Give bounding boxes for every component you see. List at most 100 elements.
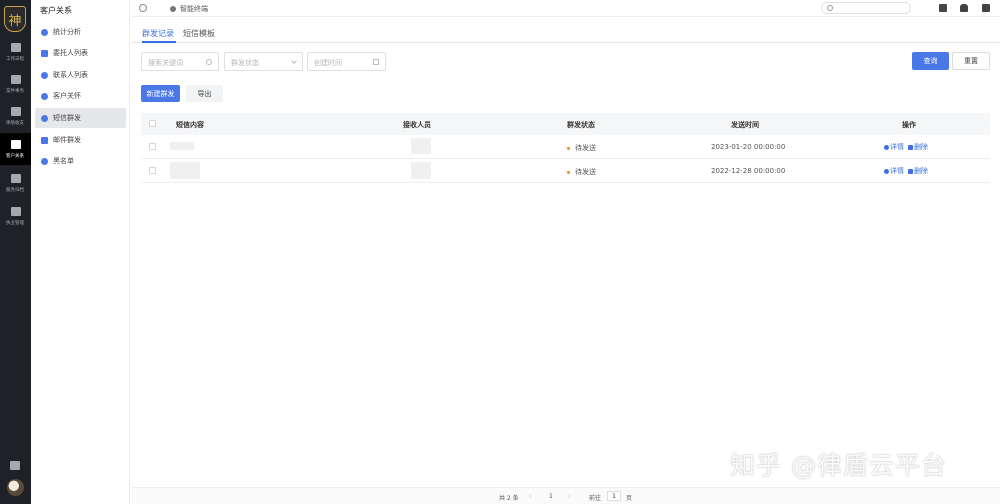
status-dot <box>567 170 570 174</box>
lock-icon[interactable] <box>982 4 990 12</box>
message-icon <box>41 114 48 122</box>
terminal-icon <box>170 6 176 12</box>
save-icon[interactable] <box>939 4 947 12</box>
status-dot <box>567 146 570 150</box>
sidebar-title: 客户关系 <box>40 6 72 15</box>
active-tab-indicator <box>142 41 176 43</box>
user-icon <box>41 92 48 100</box>
tab-sms-templates[interactable]: 短信模板 <box>183 28 215 39</box>
delete-link[interactable]: 删除 <box>914 142 928 152</box>
tab-bar: 群发记录 短信模板 <box>131 25 1000 43</box>
rail-item-practice[interactable]: 执业管理 <box>0 200 31 232</box>
breadcrumb[interactable]: 智能终端 <box>170 4 208 14</box>
calendar-icon <box>373 59 379 65</box>
status-select[interactable]: 群发状态 <box>224 52 303 71</box>
created-time-picker[interactable]: 创建时间 <box>307 52 386 71</box>
avatar[interactable] <box>7 479 24 496</box>
rail-item-archive[interactable]: 服务归档 <box>0 167 31 199</box>
page-number[interactable]: 1 <box>549 493 553 500</box>
document-icon <box>41 49 48 57</box>
table-row: 待发送 2023-01-20 00:00:00 详情 删除 <box>141 135 990 159</box>
delete-link[interactable]: 删除 <box>914 166 928 176</box>
sidebar-item-label: 黑名单 <box>53 157 74 165</box>
rail-item-label: 律助收支 <box>6 119 25 126</box>
search-button[interactable]: 查询 <box>912 52 949 70</box>
send-time-cell: 2023-01-20 00:00:00 <box>711 143 786 151</box>
breadcrumb-label: 智能终端 <box>180 5 208 13</box>
export-button[interactable]: 导出 <box>186 85 223 102</box>
sidebar-item-label: 客户关怀 <box>53 92 81 100</box>
pagination: 共 2 条 ‹ 1 › 前往 1 页 <box>131 487 1000 504</box>
rail-item-cases[interactable]: 案件事务 <box>0 68 31 100</box>
rail-item-finance[interactable]: 律助收支 <box>0 100 31 132</box>
calendar-icon <box>10 42 21 52</box>
chevron-down-icon <box>291 58 297 64</box>
money-icon <box>10 106 21 116</box>
sidebar-item-mail[interactable]: 邮件群发 <box>35 130 126 150</box>
trash-icon <box>908 168 913 174</box>
next-page-icon[interactable]: › <box>568 493 570 500</box>
new-broadcast-button[interactable]: 新建群发 <box>141 85 180 102</box>
row-checkbox[interactable] <box>149 143 156 150</box>
app-logo: 神 <box>4 6 26 32</box>
detail-icon <box>884 144 889 150</box>
detail-icon <box>884 168 889 174</box>
global-search-input[interactable] <box>821 2 911 14</box>
prev-page-icon[interactable]: ‹ <box>529 493 531 500</box>
column-header-recipients: 接收人员 <box>403 121 431 129</box>
table-row: 待发送 2022-12-28 00:00:00 详情 删除 <box>141 159 990 183</box>
sidebar-item-care[interactable]: 客户关怀 <box>35 86 126 106</box>
row-checkbox[interactable] <box>149 167 156 174</box>
bell-icon[interactable] <box>960 4 968 12</box>
sidebar-item-label: 短信群发 <box>53 114 81 122</box>
clock-icon[interactable] <box>139 4 147 12</box>
table-header: 短信内容 接收人员 群发状态 发送时间 操作 <box>141 113 990 135</box>
select-all-checkbox[interactable] <box>149 120 156 127</box>
user-icon <box>10 139 21 149</box>
column-header-content: 短信内容 <box>176 121 204 129</box>
keyword-placeholder: 搜索关键词 <box>148 59 183 67</box>
rail-item-label: 服务归档 <box>6 186 25 193</box>
sidebar-item-label: 邮件群发 <box>53 136 81 144</box>
rail-item-label: 执业管理 <box>6 219 25 226</box>
actions-cell: 详情 删除 <box>884 142 928 152</box>
status-text: 待发送 <box>575 168 596 176</box>
search-icon <box>827 5 833 11</box>
goto-page-input[interactable]: 1 <box>607 491 621 501</box>
book-icon[interactable] <box>10 461 20 470</box>
page-suffix: 页 <box>626 495 633 502</box>
rail-item-schedule[interactable]: 工作日程 <box>0 36 31 68</box>
column-header-status: 群发状态 <box>567 121 595 129</box>
detail-link[interactable]: 详情 <box>890 142 904 152</box>
watermark: 知乎 @律盾云平台 <box>730 451 947 480</box>
user-icon <box>41 71 48 79</box>
sidebar-item-sms[interactable]: 短信群发 <box>35 108 126 128</box>
sidebar-item-label: 委托人列表 <box>53 49 88 57</box>
sms-content-redacted <box>170 162 200 179</box>
total-count: 共 2 条 <box>499 495 519 502</box>
archive-icon <box>10 173 21 183</box>
recipients-redacted <box>411 138 431 154</box>
rail-item-clients[interactable]: 客户关系 <box>0 133 31 165</box>
keyword-search-input[interactable]: 搜索关键词 <box>141 52 219 71</box>
mail-icon <box>41 136 48 144</box>
block-icon <box>41 157 48 165</box>
status-placeholder: 群发状态 <box>231 59 259 67</box>
reset-button[interactable]: 重置 <box>952 52 990 70</box>
sidebar-item-contacts[interactable]: 联系人列表 <box>35 65 126 85</box>
status-text: 待发送 <box>575 144 596 152</box>
sidebar-item-label: 联系人列表 <box>53 71 88 79</box>
sidebar: 客户关系 统计分析 委托人列表 联系人列表 客户关怀 短信群发 邮件群发 黑名单 <box>31 0 130 504</box>
document-icon <box>10 74 21 84</box>
status-cell: 待发送 <box>567 167 596 177</box>
sidebar-item-blacklist[interactable]: 黑名单 <box>35 151 126 171</box>
tab-send-records[interactable]: 群发记录 <box>142 28 174 39</box>
sidebar-item-statistics[interactable]: 统计分析 <box>35 22 126 42</box>
logo-text: 神 <box>8 13 22 29</box>
sms-content-redacted <box>170 142 194 150</box>
sidebar-item-clients[interactable]: 委托人列表 <box>35 43 126 63</box>
top-bar: 智能终端 <box>131 0 1000 17</box>
search-icon <box>206 59 212 65</box>
detail-link[interactable]: 详情 <box>890 166 904 176</box>
sidebar-item-label: 统计分析 <box>53 28 81 36</box>
